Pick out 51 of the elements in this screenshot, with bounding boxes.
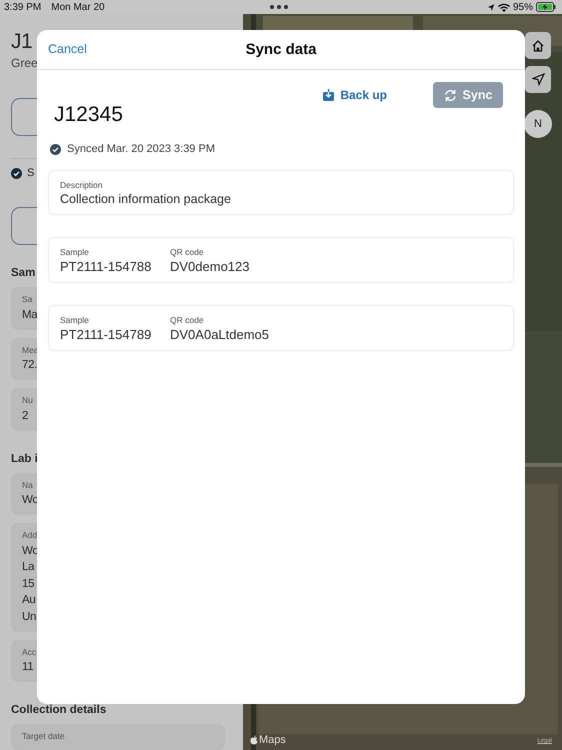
field-value: Au (22, 594, 36, 606)
status-date: Mon Mar 20 (51, 2, 105, 12)
field-value: 2 (22, 410, 28, 422)
field-value: DV0A0aLtdemo5 (170, 327, 270, 342)
job-id: J12345 (54, 103, 123, 127)
battery-charging-icon (536, 2, 556, 12)
field-label: Sample (60, 247, 90, 257)
back-up-button[interactable]: Back up (323, 88, 387, 102)
page-title: J1 (11, 30, 32, 54)
field-label: Target date (22, 731, 65, 741)
field-value: La (22, 561, 34, 573)
section-heading: Sam (11, 267, 36, 279)
field-label: Nu (22, 395, 33, 405)
page-subtitle: Gree (11, 56, 38, 70)
section-heading: Collection details (11, 704, 106, 716)
home-icon (531, 38, 545, 52)
location-arrow-icon (486, 2, 495, 12)
battery-percent: 95% (512, 2, 533, 12)
navigation-button[interactable] (525, 66, 551, 93)
field-label: Acc (22, 646, 36, 656)
field-label: Add (22, 530, 38, 540)
field-value: 11 (22, 661, 34, 673)
field-value: 72. (22, 359, 38, 371)
field-label: Na (22, 480, 33, 490)
field-label: Description (60, 180, 104, 190)
dialog-title: Sync data (246, 41, 316, 58)
field-value: 15 (22, 578, 34, 590)
field-value: Collection information package (60, 192, 232, 206)
section-heading: Lab i (11, 452, 38, 464)
field-label: Sample (60, 315, 90, 325)
status-text: S (27, 167, 34, 179)
logo-icon (250, 735, 258, 745)
check-circle-icon (50, 144, 61, 154)
refresh-icon (444, 88, 457, 102)
synced-timestamp: Synced Mar. 20 2023 3:39 PM (67, 143, 215, 155)
navigation-arrow-icon (532, 73, 544, 86)
home-button[interactable] (525, 32, 551, 59)
cancel-button[interactable]: Cancel (48, 42, 87, 56)
field-value: PT2111-154788 (60, 259, 152, 274)
maps-attribution: Maps (259, 734, 286, 746)
field-value: DV0demo123 (170, 259, 250, 274)
field-value: Un (22, 610, 36, 622)
field-label: Sa (22, 294, 32, 304)
field-label: QR code (170, 315, 205, 325)
wifi-icon (498, 2, 510, 12)
download-icon (323, 89, 334, 101)
status-time: 3:39 PM (4, 2, 42, 12)
field-value: PT2111-154789 (60, 327, 152, 342)
check-circle-icon (11, 168, 22, 178)
field-value: Ma (22, 308, 38, 320)
field-label: QR code (170, 247, 205, 257)
